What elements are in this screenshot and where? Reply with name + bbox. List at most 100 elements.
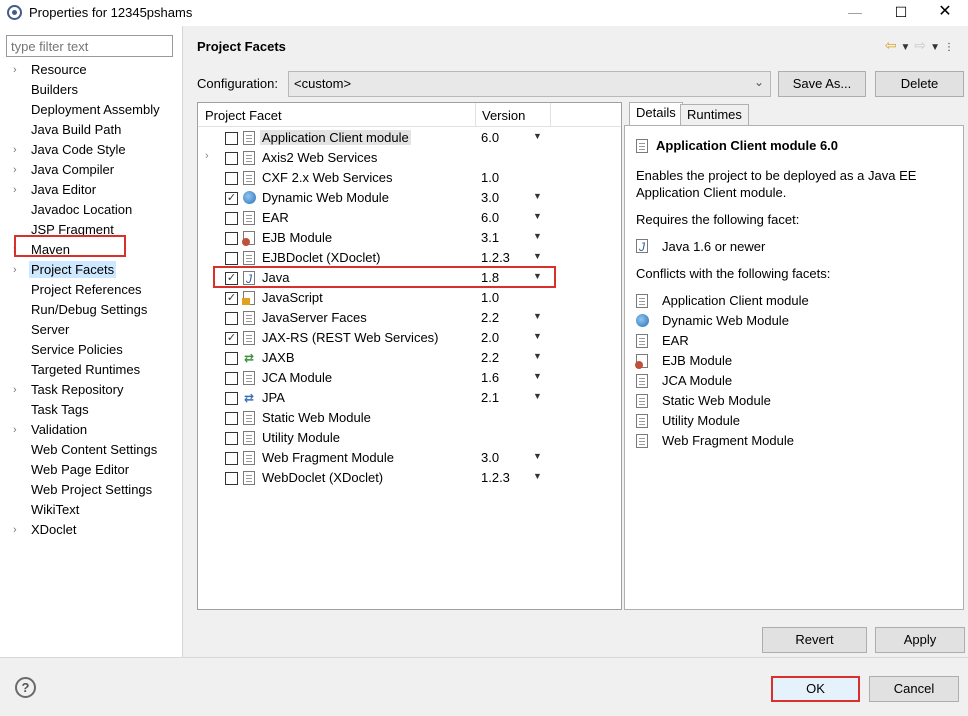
sidebar-item[interactable]: WikiText	[0, 500, 183, 520]
table-row[interactable]: Application Client module 6.0 ▼	[198, 128, 621, 148]
facet-checkbox[interactable]	[225, 452, 238, 465]
facet-version[interactable]: 2.1	[481, 390, 499, 405]
sidebar-item[interactable]: Task Tags	[0, 400, 183, 420]
facet-checkbox[interactable]	[225, 152, 238, 165]
version-dropdown-icon[interactable]: ▼	[533, 391, 542, 401]
version-dropdown-icon[interactable]: ▼	[533, 191, 542, 201]
facet-checkbox[interactable]	[225, 372, 238, 385]
version-dropdown-icon[interactable]: ▼	[533, 471, 542, 481]
chevron-right-icon[interactable]: ›	[13, 60, 17, 80]
sidebar-item[interactable]: › Project Facets	[0, 260, 183, 280]
facet-version[interactable]: 6.0	[481, 130, 499, 145]
chevron-right-icon[interactable]: ›	[13, 520, 17, 540]
facet-checkbox[interactable]	[225, 352, 238, 365]
version-dropdown-icon[interactable]: ▼	[533, 351, 542, 361]
chevron-right-icon[interactable]: ›	[205, 150, 209, 162]
table-row[interactable]: ✓ JAX-RS (REST Web Services) 2.0 ▼	[198, 328, 621, 348]
sidebar-item[interactable]: › Java Code Style	[0, 140, 183, 160]
close-button[interactable]: ✕	[922, 0, 968, 26]
sidebar-item[interactable]: › Java Compiler	[0, 160, 183, 180]
sidebar-item[interactable]: Web Content Settings	[0, 440, 183, 460]
column-header-facet[interactable]: Project Facet	[205, 108, 282, 123]
sidebar-item[interactable]: Java Build Path	[0, 120, 183, 140]
facet-version[interactable]: 2.2	[481, 310, 499, 325]
version-dropdown-icon[interactable]: ▼	[533, 131, 542, 141]
table-row[interactable]: CXF 2.x Web Services 1.0	[198, 168, 621, 188]
chevron-right-icon[interactable]: ›	[13, 420, 17, 440]
table-row[interactable]: ✓ JavaScript 1.0	[198, 288, 621, 308]
sidebar-item[interactable]: Web Page Editor	[0, 460, 183, 480]
facet-version[interactable]: 3.0	[481, 190, 499, 205]
forward-dropdown-icon[interactable]: ▼	[930, 42, 944, 53]
maximize-button[interactable]: ☐	[878, 0, 924, 26]
facet-version[interactable]: 3.1	[481, 230, 499, 245]
facet-version[interactable]: 3.0	[481, 450, 499, 465]
version-dropdown-icon[interactable]: ▼	[533, 451, 542, 461]
cancel-button[interactable]: Cancel	[869, 676, 959, 702]
table-row[interactable]: ⇄ JAXB 2.2 ▼	[198, 348, 621, 368]
tab-runtimes[interactable]: Runtimes	[680, 104, 749, 126]
chevron-right-icon[interactable]: ›	[13, 140, 17, 160]
version-dropdown-icon[interactable]: ▼	[533, 251, 542, 261]
back-arrow-icon[interactable]: ⇦	[885, 37, 901, 53]
tab-details[interactable]: Details	[629, 102, 683, 126]
facet-checkbox[interactable]: ✓	[225, 332, 238, 345]
facet-version[interactable]: 6.0	[481, 210, 499, 225]
sidebar-item[interactable]: Run/Debug Settings	[0, 300, 183, 320]
sidebar-item[interactable]: › Task Repository	[0, 380, 183, 400]
table-row[interactable]: Utility Module	[198, 428, 621, 448]
table-row[interactable]: Web Fragment Module 3.0 ▼	[198, 448, 621, 468]
sidebar-item[interactable]: › Java Editor	[0, 180, 183, 200]
sidebar-item[interactable]: Web Project Settings	[0, 480, 183, 500]
facet-version[interactable]: 2.0	[481, 330, 499, 345]
chevron-right-icon[interactable]: ›	[13, 180, 17, 200]
back-dropdown-icon[interactable]: ▼	[900, 42, 914, 53]
facet-checkbox[interactable]: ✓	[225, 292, 238, 305]
column-divider[interactable]	[475, 103, 476, 127]
view-menu-icon[interactable]: ⋮	[944, 42, 958, 53]
facet-checkbox[interactable]	[225, 472, 238, 485]
version-dropdown-icon[interactable]: ▼	[533, 371, 542, 381]
facet-checkbox[interactable]	[225, 232, 238, 245]
facet-version[interactable]: 1.6	[481, 370, 499, 385]
facet-checkbox[interactable]	[225, 392, 238, 405]
column-header-version[interactable]: Version	[482, 108, 525, 123]
sidebar-item[interactable]: Project References	[0, 280, 183, 300]
table-row[interactable]: EAR 6.0 ▼	[198, 208, 621, 228]
facet-checkbox[interactable]	[225, 252, 238, 265]
sidebar-item[interactable]: Service Policies	[0, 340, 183, 360]
table-row[interactable]: ⇄ JPA 2.1 ▼	[198, 388, 621, 408]
table-row[interactable]: ✓ Dynamic Web Module 3.0 ▼	[198, 188, 621, 208]
sidebar-item[interactable]: Server	[0, 320, 183, 340]
facet-checkbox[interactable]	[225, 132, 238, 145]
forward-arrow-icon[interactable]: ⇨	[914, 37, 930, 53]
facet-version[interactable]: 1.2.3	[481, 250, 510, 265]
sidebar-item[interactable]: › Resource	[0, 60, 183, 80]
sidebar-item[interactable]: Deployment Assembly	[0, 100, 183, 120]
table-row[interactable]: EJBDoclet (XDoclet) 1.2.3 ▼	[198, 248, 621, 268]
column-divider[interactable]	[550, 103, 551, 127]
table-row[interactable]: › Axis2 Web Services	[198, 148, 621, 168]
version-dropdown-icon[interactable]: ▼	[533, 231, 542, 241]
configuration-select[interactable]: <custom> ⌄	[288, 71, 771, 97]
facet-checkbox[interactable]: ✓	[225, 192, 238, 205]
apply-button[interactable]: Apply	[875, 627, 965, 653]
chevron-right-icon[interactable]: ›	[13, 160, 17, 180]
table-row[interactable]: EJB Module 3.1 ▼	[198, 228, 621, 248]
sidebar-item[interactable]: Targeted Runtimes	[0, 360, 183, 380]
version-dropdown-icon[interactable]: ▼	[533, 211, 542, 221]
save-as-button[interactable]: Save As...	[778, 71, 866, 97]
sidebar-item[interactable]: › Validation	[0, 420, 183, 440]
facet-checkbox[interactable]	[225, 212, 238, 225]
ok-button[interactable]: OK	[771, 676, 860, 702]
filter-input[interactable]	[6, 35, 173, 57]
facet-checkbox[interactable]	[225, 432, 238, 445]
delete-button[interactable]: Delete	[875, 71, 964, 97]
version-dropdown-icon[interactable]: ▼	[533, 331, 542, 341]
sidebar-item[interactable]: › XDoclet	[0, 520, 183, 540]
facet-version[interactable]: 1.2.3	[481, 470, 510, 485]
table-row[interactable]: Static Web Module	[198, 408, 621, 428]
table-row[interactable]: JCA Module 1.6 ▼	[198, 368, 621, 388]
table-row[interactable]: JavaServer Faces 2.2 ▼	[198, 308, 621, 328]
chevron-right-icon[interactable]: ›	[13, 380, 17, 400]
